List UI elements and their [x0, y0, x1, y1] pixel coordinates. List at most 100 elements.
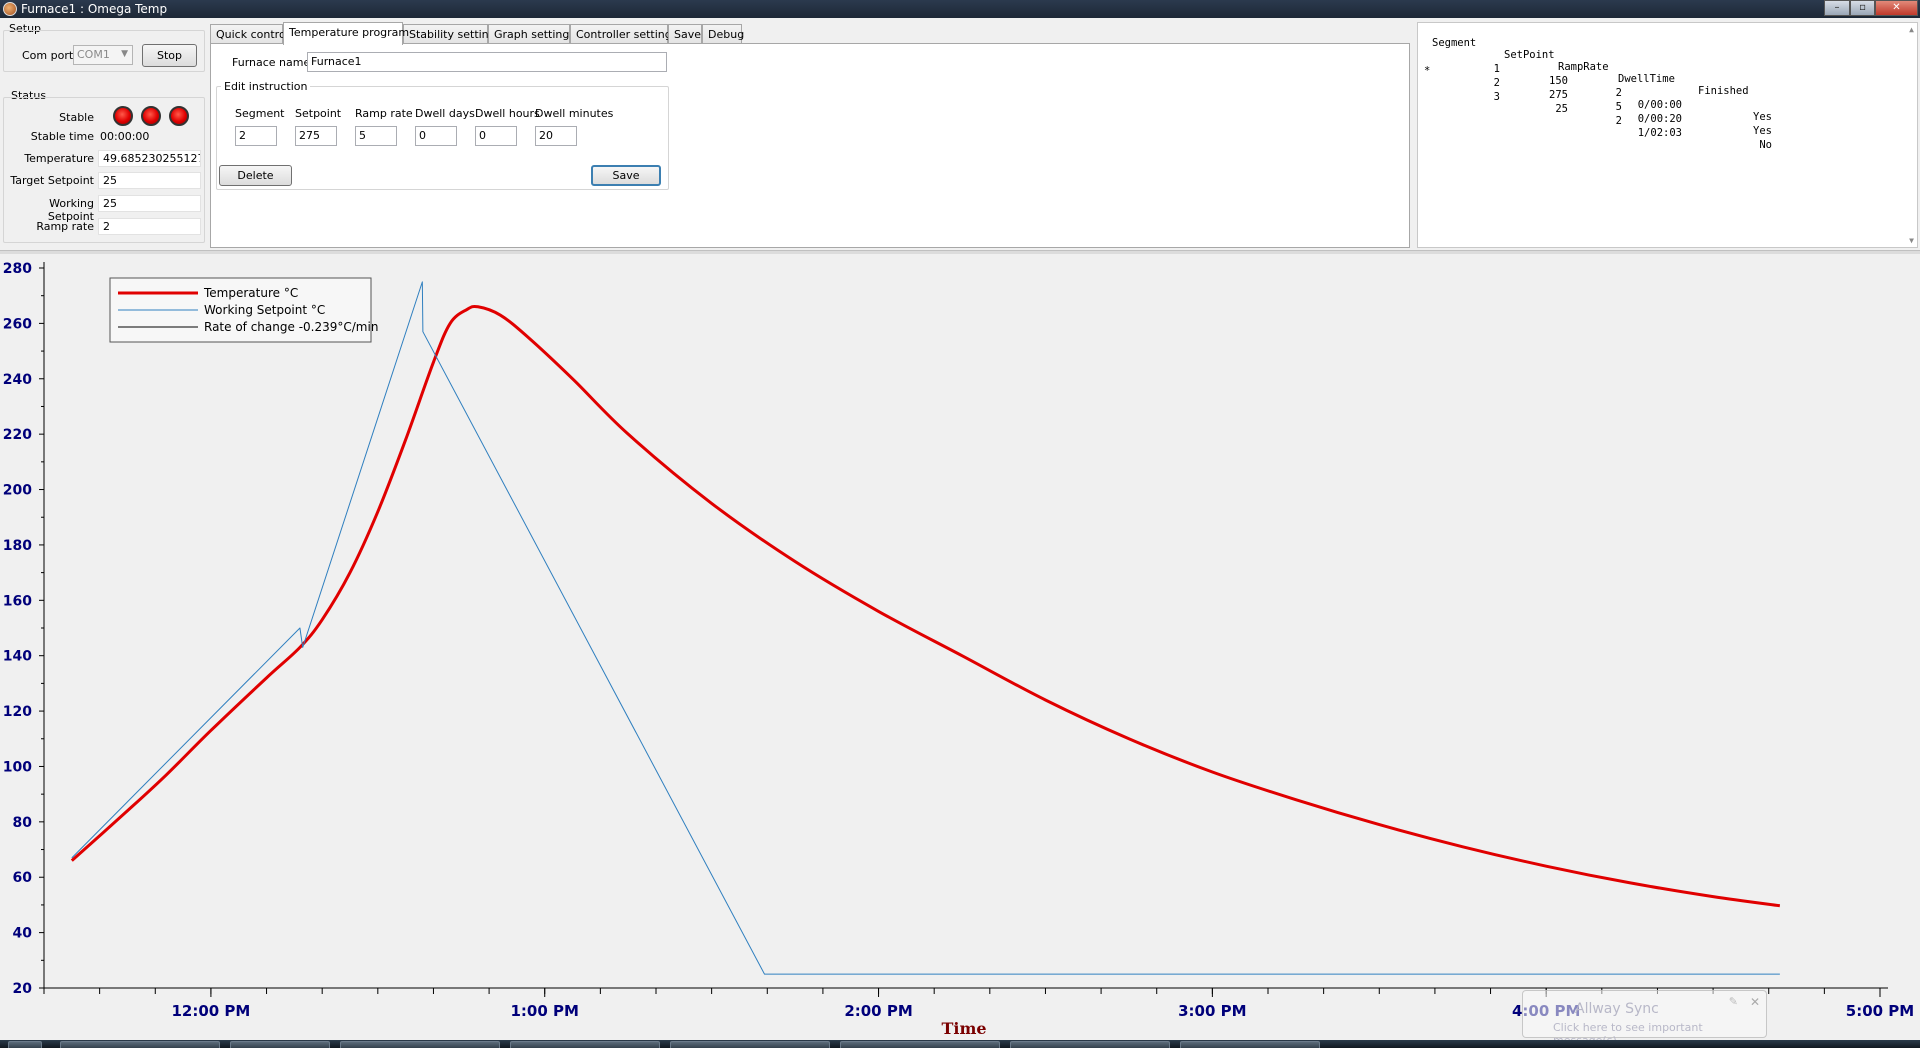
app-icon	[3, 2, 17, 16]
temperature-field: 49.685230255127	[98, 150, 201, 167]
stable-indicator-1-icon	[113, 106, 133, 126]
x-tick-label: 5:00 PM	[1846, 1002, 1914, 1020]
row-dwelltime: 0/00:00	[1637, 99, 1682, 111]
minimize-button[interactable]: –	[1824, 0, 1850, 16]
segment-list[interactable]: Segment SetPoint RampRate DwellTime Fini…	[1417, 22, 1918, 248]
save-button[interactable]: Save	[591, 165, 661, 186]
target-setpoint-field: 25	[98, 172, 201, 189]
stable-indicator-3-icon	[169, 106, 189, 126]
program-ramp-rate-input[interactable]: 5	[355, 126, 397, 146]
segment-list-header: Segment SetPoint RampRate DwellTime Fini…	[1418, 25, 1749, 97]
tab-debug[interactable]: Debug	[702, 24, 744, 44]
temperature-chart: 20 40 60 80 100 120 140 160 180 200 220 240 260 280 12…	[3, 261, 1914, 1038]
y-tick-label: 200	[3, 483, 32, 499]
taskbar-item[interactable]	[340, 1041, 500, 1048]
window-title: Furnace1 : Omega Temp	[21, 2, 168, 16]
row-setpoint: 275	[1549, 89, 1568, 101]
x-axis-title: Time	[941, 1019, 986, 1038]
stable-indicator-2-icon	[141, 106, 161, 126]
tab-temperature-program[interactable]: Temperature program	[283, 22, 409, 45]
row-segment: 1	[1493, 63, 1500, 75]
header-dwelltime: DwellTime	[1618, 73, 1675, 85]
x-tick-label: 2:00 PM	[844, 1002, 912, 1020]
row-dwelltime: 1/02:03	[1637, 127, 1682, 139]
dwell-hours-input[interactable]: 0	[475, 126, 517, 146]
y-tick-label: 40	[13, 926, 33, 942]
legend-label-working-setpoint: Working Setpoint °C	[204, 303, 325, 317]
tab-quick-control[interactable]: Quick control	[210, 24, 289, 44]
row-ramprate: 2	[1615, 115, 1622, 127]
row-segment: 2	[1493, 77, 1500, 89]
edit-instruction-label: Edit instruction	[221, 80, 311, 93]
y-tick-label: 240	[3, 372, 32, 388]
y-tick-label: 220	[3, 427, 32, 443]
close-icon[interactable]: ✕	[1750, 995, 1760, 1009]
taskbar-item[interactable]	[670, 1041, 830, 1048]
chart-series	[70, 281, 1781, 975]
row-ramprate: 5	[1615, 101, 1622, 113]
tab-controller-settings[interactable]: Controller settings	[570, 24, 677, 44]
title-bar: Furnace1 : Omega Temp – ▫ ✕	[0, 0, 1920, 18]
furnace-name-input[interactable]: Furnace1	[307, 52, 667, 72]
legend-label-rate-of-change: Rate of change -0.239°C/min	[204, 320, 378, 334]
taskbar-item[interactable]	[1010, 1041, 1170, 1048]
temperature-series-line	[70, 304, 1781, 908]
list-item[interactable]: 3 25 2 1/02:03 No	[1418, 67, 1772, 151]
y-tick-label: 20	[13, 981, 33, 997]
temperature-program-panel: Furnace name Furnace1 Edit instruction S…	[210, 43, 1410, 248]
stop-button[interactable]: Stop	[142, 44, 197, 67]
y-tick-label: 100	[3, 759, 32, 775]
chevron-down-icon: ▼	[121, 49, 128, 59]
com-port-label: Com port	[22, 49, 74, 62]
notification-title: Allway Sync	[1575, 1001, 1659, 1017]
com-port-select[interactable]: COM1 ▼	[73, 45, 133, 65]
x-tick-label: 3:00 PM	[1178, 1002, 1246, 1020]
dwell-minutes-input[interactable]: 20	[535, 126, 577, 146]
notification-toast[interactable]: ✎ ✕ Allway Sync Click here to see import…	[1522, 990, 1767, 1047]
tab-graph-settings[interactable]: Graph settings	[488, 24, 575, 44]
start-button[interactable]	[8, 1041, 42, 1048]
y-tick-label: 120	[3, 704, 32, 720]
row-finished: Yes	[1753, 125, 1772, 137]
x-tick-label: 1:00 PM	[511, 1002, 579, 1020]
y-tick-label: 180	[3, 538, 32, 554]
taskbar-item[interactable]	[60, 1041, 220, 1048]
tab-stability-settings[interactable]: Stability settings	[403, 24, 501, 44]
scroll-up-icon[interactable]: ▲	[1909, 25, 1914, 34]
x-tick-label: 12:00 PM	[171, 1002, 250, 1020]
list-item[interactable]: 1 150 2 0/00:00 Yes	[1418, 39, 1772, 123]
row-finished: Yes	[1753, 111, 1772, 123]
stable-label: Stable	[59, 111, 94, 124]
working-setpoint-field: 25	[98, 195, 201, 212]
tab-save[interactable]: Save	[668, 24, 702, 44]
stable-time-label: Stable time	[30, 130, 94, 143]
segment-input[interactable]: 2	[235, 126, 277, 146]
setpoint-input[interactable]: 275	[295, 126, 337, 146]
furnace-name-label: Furnace name	[232, 56, 311, 69]
setpoint-label: Setpoint	[295, 107, 342, 120]
target-setpoint-label: Target Setpoint	[10, 174, 94, 187]
working-setpoint-series-line	[71, 281, 1780, 975]
taskbar-item[interactable]	[840, 1041, 1000, 1048]
taskbar-item[interactable]	[1180, 1041, 1320, 1048]
row-dwelltime: 0/00:20	[1637, 113, 1682, 125]
dwell-days-input[interactable]: 0	[415, 126, 457, 146]
taskbar-item[interactable]	[230, 1041, 330, 1048]
list-item[interactable]: * 2 275 5 0/00:20 Yes	[1418, 53, 1772, 137]
delete-button[interactable]: Delete	[219, 165, 292, 186]
header-setpoint: SetPoint	[1504, 49, 1555, 61]
ramp-rate-label: Ramp rate	[36, 220, 94, 233]
pin-icon[interactable]: ✎	[1729, 995, 1738, 1008]
y-tick-label: 60	[13, 870, 33, 886]
taskbar-item[interactable]	[510, 1041, 660, 1048]
scroll-down-icon[interactable]: ▼	[1909, 236, 1914, 245]
chart-axes: 20 40 60 80 100 120 140 160 180 200 220 240 260 280 12…	[3, 261, 1914, 1020]
y-tick-label: 80	[13, 815, 33, 831]
maximize-button[interactable]: ▫	[1850, 0, 1875, 16]
temperature-label: Temperature	[24, 152, 94, 165]
segment-label: Segment	[235, 107, 285, 120]
taskbar	[0, 1040, 1920, 1048]
close-button[interactable]: ✕	[1875, 0, 1918, 16]
y-tick-label: 140	[3, 649, 32, 665]
header-finished: Finished	[1698, 85, 1749, 97]
